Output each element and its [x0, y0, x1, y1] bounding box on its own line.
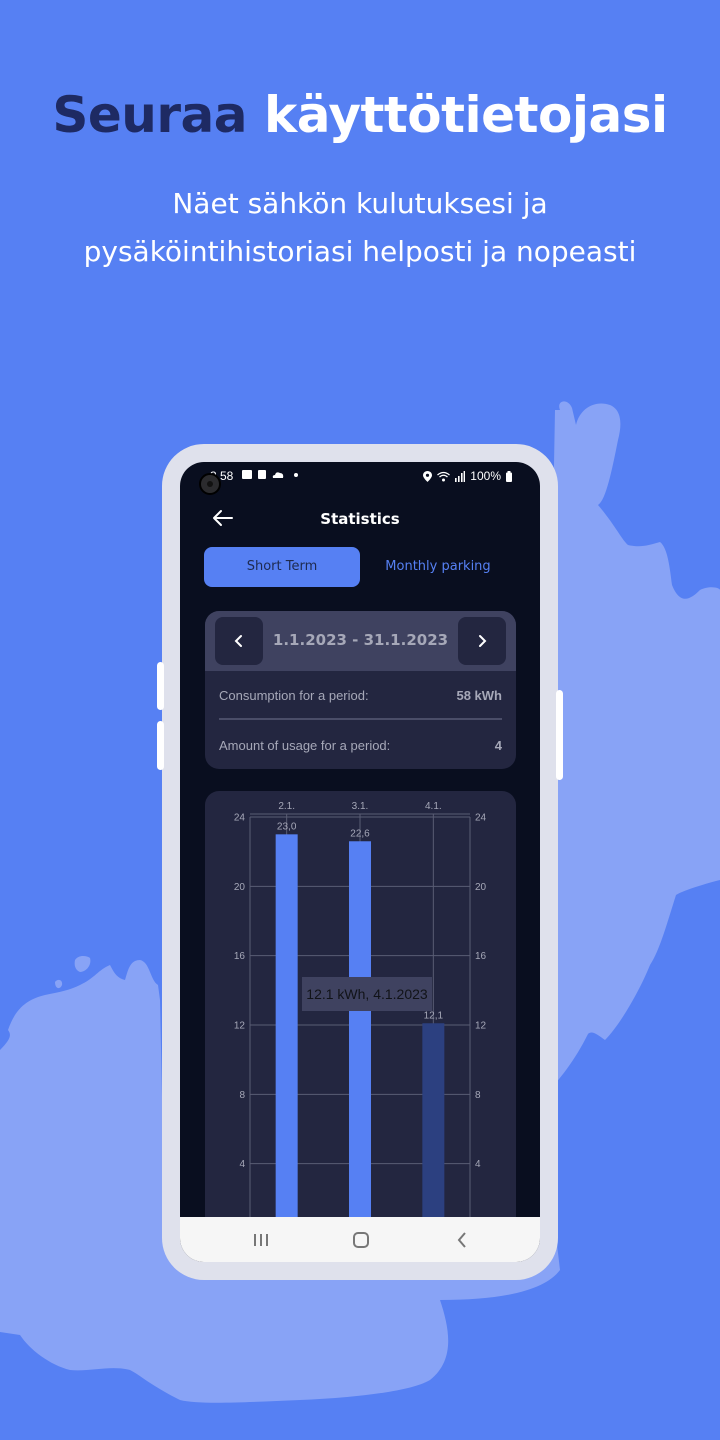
- usage-label: Amount of usage for a period:: [219, 738, 391, 753]
- chevron-right-icon: [479, 635, 487, 647]
- bar: [275, 834, 298, 1262]
- calendar-icon: [258, 470, 266, 479]
- bar-value-label: 12,1: [424, 1010, 444, 1021]
- volume-down-button: [157, 721, 164, 770]
- x-tick-label: 2.1.: [278, 801, 295, 812]
- y-tick-label-right: 20: [475, 882, 487, 893]
- y-tick-label-left: 4: [239, 1159, 245, 1170]
- consumption-label: Consumption for a period:: [219, 688, 369, 703]
- chart-tooltip-text: 12.1 kWh, 4.1.2023: [306, 986, 428, 1002]
- headline-part1: Seuraa: [52, 86, 248, 144]
- subtitle-line1: Näet sähkön kulutuksesi ja: [172, 187, 548, 220]
- battery-icon: [506, 470, 512, 482]
- subtitle-line2: pysäköintihistoriasi helposti ja nopeast…: [83, 235, 637, 268]
- gallery-icon: [242, 470, 252, 479]
- wifi-icon: [437, 471, 451, 481]
- consumption-bar-chart[interactable]: 4 4 8 8 12 12 16 16 20 20 24 24 2.1. 3.1. 4.1. 23,0 22,6…: [205, 791, 516, 1262]
- location-icon: [423, 470, 433, 482]
- promo-headline: Seuraa käyttötietojasi: [0, 86, 720, 144]
- y-tick-label-right: 4: [475, 1159, 481, 1170]
- cloud-icon: [272, 471, 284, 478]
- next-period-button[interactable]: [458, 617, 506, 665]
- page-title: Statistics: [320, 510, 400, 528]
- y-tick-label-right: 8: [475, 1090, 481, 1101]
- promo-subtitle: Näet sähkön kulutuksesi ja pysäköintihis…: [0, 180, 720, 276]
- signal-icon: [455, 470, 466, 482]
- y-tick-label-right: 24: [475, 813, 487, 824]
- chart-card: 4 4 8 8 12 12 16 16 20 20 24 24 2.1. 3.1. 4.1. 23,0 22,6…: [205, 791, 516, 1262]
- period-selector: 1.1.2023 - 31.1.2023: [205, 611, 516, 671]
- front-camera: [199, 473, 221, 495]
- y-tick-label-left: 20: [234, 882, 246, 893]
- x-tick-label: 3.1.: [352, 801, 369, 812]
- y-tick-label-right: 16: [475, 951, 487, 962]
- dot-icon: [294, 472, 298, 477]
- y-tick-label-left: 8: [239, 1090, 245, 1101]
- y-tick-label-left: 24: [234, 813, 246, 824]
- y-tick-label-left: 16: [234, 951, 246, 962]
- headline-part2: käyttötietojasi: [263, 86, 668, 144]
- bar: [349, 841, 371, 1262]
- period-card: 1.1.2023 - 31.1.2023 Consumption for a p…: [205, 611, 516, 769]
- tab-short-term[interactable]: Short Term: [204, 547, 360, 587]
- recents-icon[interactable]: [249, 1229, 273, 1251]
- y-tick-label-left: 12: [234, 1021, 246, 1032]
- home-icon[interactable]: [349, 1229, 373, 1251]
- x-tick-label: 4.1.: [425, 801, 442, 812]
- status-bar: 3.58 100%: [180, 468, 540, 486]
- divider: [219, 718, 502, 720]
- system-nav-bar: [180, 1217, 540, 1262]
- volume-up-button: [157, 662, 164, 710]
- bar-value-label: 23,0: [277, 821, 297, 832]
- phone-screen: 3.58 100% Statistics Short Term Monthly …: [180, 462, 540, 1262]
- tab-monthly-parking[interactable]: Monthly parking: [360, 547, 516, 587]
- bar-value-label: 22,6: [350, 828, 370, 839]
- battery-percent: 100%: [470, 469, 501, 483]
- consumption-value: 58 kWh: [456, 688, 502, 703]
- back-icon[interactable]: [450, 1229, 474, 1251]
- power-button: [556, 690, 563, 780]
- y-tick-label-right: 12: [475, 1021, 487, 1032]
- usage-value: 4: [494, 738, 502, 753]
